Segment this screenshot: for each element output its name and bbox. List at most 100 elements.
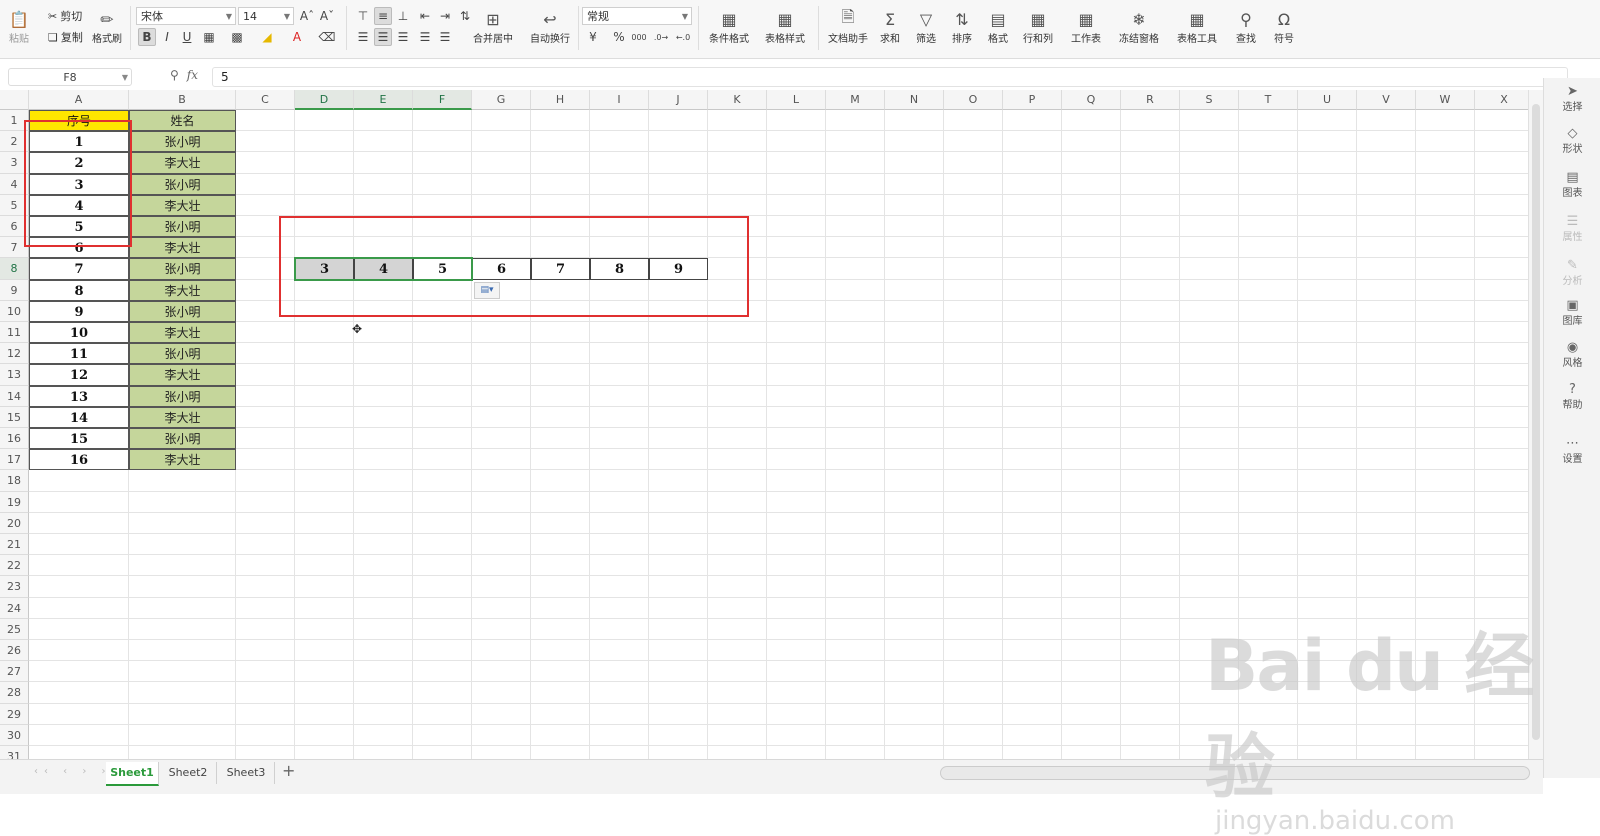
font-name-select[interactable]: 宋体 ▼: [136, 7, 236, 25]
tab-sheet1[interactable]: Sheet1: [106, 762, 159, 786]
row-header[interactable]: 26: [0, 640, 29, 662]
font-size-select[interactable]: 14 ▼: [238, 7, 294, 25]
freeze-button[interactable]: ❄ 冻结窗格: [1112, 8, 1166, 46]
row-header[interactable]: 18: [0, 470, 29, 492]
cell-a8[interactable]: 7: [29, 258, 129, 280]
row-header[interactable]: 13: [0, 364, 29, 386]
find-button[interactable]: ⚲ 查找: [1228, 8, 1264, 46]
column-header-w[interactable]: W: [1416, 90, 1475, 110]
bold-button[interactable]: B: [138, 28, 156, 46]
column-header-o[interactable]: O: [944, 90, 1003, 110]
cell-a9[interactable]: 8: [29, 279, 129, 301]
cell-b8[interactable]: 张小明: [129, 258, 236, 280]
column-header-s[interactable]: S: [1180, 90, 1239, 110]
indent-increase-icon[interactable]: ⇥: [436, 7, 454, 25]
panel-style[interactable]: ◉ 风格: [1544, 340, 1600, 369]
column-header-j[interactable]: J: [649, 90, 708, 110]
font-color-icon[interactable]: A: [288, 28, 306, 46]
panel-analysis[interactable]: ✎ 分析: [1544, 258, 1600, 287]
cell-a14[interactable]: 13: [29, 385, 129, 407]
column-header-r[interactable]: R: [1121, 90, 1180, 110]
row-header[interactable]: 21: [0, 534, 29, 556]
column-header-m[interactable]: M: [826, 90, 885, 110]
cell-b12[interactable]: 张小明: [129, 343, 236, 365]
row-header[interactable]: 12: [0, 343, 29, 365]
cell-b5[interactable]: 李大壮: [129, 194, 236, 216]
cell-b13[interactable]: 李大壮: [129, 364, 236, 386]
column-header-n[interactable]: N: [885, 90, 944, 110]
cell-a16[interactable]: 15: [29, 428, 129, 450]
row-header[interactable]: 25: [0, 618, 29, 640]
align-middle-icon[interactable]: ≡: [374, 7, 392, 25]
row-header[interactable]: 8: [0, 258, 29, 280]
column-header-p[interactable]: P: [1003, 90, 1062, 110]
cell-b9[interactable]: 李大壮: [129, 279, 236, 301]
column-header-x[interactable]: X: [1475, 90, 1534, 110]
column-header-e[interactable]: E: [354, 90, 413, 110]
row-header[interactable]: 10: [0, 300, 29, 322]
cell-a11[interactable]: 10: [29, 322, 129, 344]
column-header-c[interactable]: C: [236, 90, 295, 110]
add-sheet-icon[interactable]: +: [282, 761, 295, 780]
cell-b17[interactable]: 李大壮: [129, 449, 236, 471]
panel-select[interactable]: ➤ 选择: [1544, 84, 1600, 113]
tab-sheet2[interactable]: Sheet2: [160, 762, 217, 784]
row-header[interactable]: 30: [0, 724, 29, 746]
cell-b14[interactable]: 张小明: [129, 385, 236, 407]
align-top-icon[interactable]: ⊤: [354, 7, 372, 25]
row-header[interactable]: 11: [0, 322, 29, 344]
name-box[interactable]: F8 ▼: [8, 68, 132, 86]
row-header[interactable]: 17: [0, 449, 29, 471]
panel-shape[interactable]: ◇ 形状: [1544, 126, 1600, 155]
cell-a15[interactable]: 14: [29, 406, 129, 428]
cell-b11[interactable]: 李大壮: [129, 322, 236, 344]
row-header[interactable]: 20: [0, 512, 29, 534]
thousands-button[interactable]: 000: [630, 28, 648, 46]
cell-b7[interactable]: 李大壮: [129, 237, 236, 259]
row-header[interactable]: 28: [0, 682, 29, 704]
row-header[interactable]: 27: [0, 661, 29, 683]
number-format-select[interactable]: 常规 ▼: [582, 7, 692, 25]
cond-format-button[interactable]: ▦ 条件格式: [704, 8, 754, 46]
column-header-d[interactable]: D: [295, 90, 354, 110]
format-button[interactable]: ▤ 格式: [982, 8, 1014, 46]
symbol-button[interactable]: Ω 符号: [1266, 8, 1302, 46]
column-header-f[interactable]: F: [413, 90, 472, 110]
sum-button[interactable]: Σ 求和: [874, 8, 906, 46]
cell-b6[interactable]: 张小明: [129, 216, 236, 238]
decrease-decimal-icon[interactable]: ←.0: [674, 28, 692, 46]
column-header-u[interactable]: U: [1298, 90, 1357, 110]
copy-button[interactable]: ❏ 复制: [48, 29, 83, 45]
column-header-k[interactable]: K: [708, 90, 767, 110]
column-header-t[interactable]: T: [1239, 90, 1298, 110]
table-style-button[interactable]: ▦ 表格样式: [760, 8, 810, 46]
column-header-b[interactable]: B: [129, 90, 236, 110]
justify-icon[interactable]: ☰: [416, 28, 434, 46]
cut-button[interactable]: ✂ 剪切: [48, 8, 82, 24]
row-header[interactable]: 14: [0, 385, 29, 407]
corner-select-all[interactable]: [0, 90, 29, 110]
cell-b16[interactable]: 张小明: [129, 428, 236, 450]
increase-font-icon[interactable]: Aˆ: [298, 7, 316, 25]
italic-button[interactable]: I: [158, 28, 176, 46]
cell-fill-icon[interactable]: ▩: [228, 28, 246, 46]
fx-icon[interactable]: fx: [187, 68, 198, 82]
row-header[interactable]: 15: [0, 406, 29, 428]
merge-center-button[interactable]: ⊞ 合并居中: [468, 8, 518, 46]
row-header[interactable]: 29: [0, 703, 29, 725]
row-header[interactable]: 31: [0, 746, 29, 759]
underline-button[interactable]: U: [178, 28, 196, 46]
cell-a10[interactable]: 9: [29, 300, 129, 322]
align-bottom-icon[interactable]: ⊥: [394, 7, 412, 25]
paste-button[interactable]: 📋 粘贴: [8, 8, 30, 46]
row-header[interactable]: 9: [0, 279, 29, 301]
fill-color-icon[interactable]: ◢: [258, 28, 276, 46]
row-header[interactable]: 24: [0, 597, 29, 619]
align-left-icon[interactable]: ☰: [354, 28, 372, 46]
format-painter-button[interactable]: ✏ 格式刷: [92, 8, 122, 46]
tab-sheet3[interactable]: Sheet3: [218, 762, 275, 784]
row-header[interactable]: 16: [0, 428, 29, 450]
formula-input[interactable]: 5: [212, 67, 1568, 87]
indent-decrease-icon[interactable]: ⇤: [416, 7, 434, 25]
cell-b10[interactable]: 张小明: [129, 300, 236, 322]
